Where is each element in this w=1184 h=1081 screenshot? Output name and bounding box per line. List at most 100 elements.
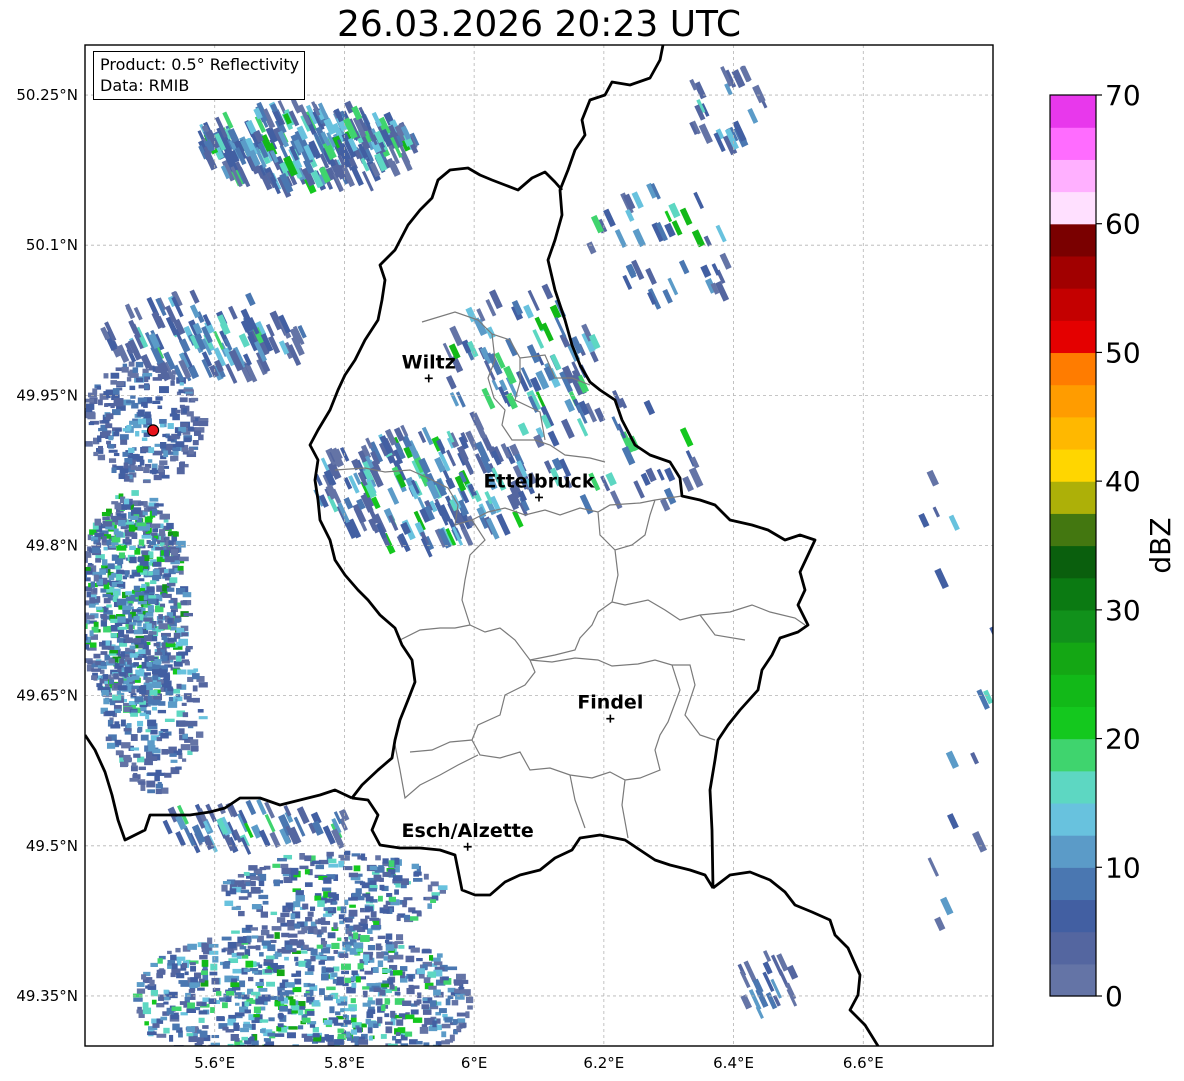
radar-echo-cell	[389, 984, 395, 990]
radar-echo-cell	[711, 263, 721, 276]
radar-echo-cell	[384, 998, 390, 1005]
radar-echo-cell	[305, 962, 311, 968]
radar-echo-cell	[108, 458, 117, 463]
radar-echo-cell	[340, 963, 351, 970]
radar-echo-cell	[104, 403, 109, 407]
radar-echo-cell	[221, 936, 232, 941]
radar-echo-cell	[161, 635, 167, 641]
radar-echo-cell	[157, 709, 167, 714]
radar-echo-cell	[176, 956, 186, 961]
radar-echo-cell	[266, 1049, 273, 1053]
radar-echo-cell	[667, 277, 679, 296]
radar-echo-cell	[178, 570, 184, 575]
radar-echo-cell	[192, 673, 200, 680]
radar-echo-cell	[159, 441, 167, 449]
radar-echo-cell	[298, 939, 304, 946]
radar-echo-cell	[312, 1068, 318, 1075]
radar-echo-cell	[327, 892, 337, 898]
radar-echo-cell	[147, 459, 153, 463]
radar-echo-cell	[128, 624, 133, 632]
radar-echo-cell	[263, 1062, 273, 1068]
radar-echo-cell	[123, 462, 129, 469]
radar-echo-cell	[277, 996, 285, 1002]
radar-echo-cell	[135, 430, 140, 437]
radar-echo-cell	[346, 918, 353, 922]
lon-tick-label: 6.2°E	[583, 1054, 624, 1072]
city-marker-icon	[535, 493, 543, 502]
radar-echo-cell	[169, 413, 177, 417]
radar-echo-cell	[388, 1048, 393, 1055]
radar-echo-cell	[449, 325, 464, 347]
radar-echo-cell	[160, 1016, 168, 1021]
radar-echo-cell	[299, 853, 305, 860]
radar-echo-cell	[349, 1007, 356, 1012]
radar-echo-cell	[579, 493, 594, 515]
radar-echo-cell	[133, 615, 140, 620]
radar-echo-cell	[178, 338, 191, 353]
radar-echo-cell	[243, 968, 251, 973]
radar-echo-cell	[180, 744, 191, 751]
radar-echo-cell	[143, 466, 150, 474]
radar-echo-cell	[147, 789, 156, 794]
radar-echo-cell	[136, 982, 145, 987]
radar-echo-cell	[260, 1029, 266, 1033]
radar-echo-cell	[85, 566, 91, 571]
radar-echo-cell	[307, 983, 315, 987]
radar-echo-cell	[163, 519, 169, 523]
radar-echo-cell	[396, 1019, 404, 1026]
radar-echo-cell	[175, 540, 186, 548]
radar-echo-cell	[385, 944, 395, 951]
radar-echo-cell	[465, 996, 474, 1004]
radar-echo-cell	[102, 536, 107, 543]
radar-echo-cell	[310, 948, 318, 956]
radar-echo-cell	[186, 1026, 196, 1033]
radar-echo-cell	[270, 962, 278, 968]
radar-echo-cell	[534, 316, 545, 331]
radar-echo-cell	[114, 645, 120, 651]
radar-echo-cell	[167, 687, 174, 692]
radar-echo-cell	[172, 531, 179, 537]
radar-echo-cell	[354, 1074, 363, 1078]
radar-echo-cell	[114, 739, 122, 746]
radar-site-marker	[147, 424, 160, 437]
radar-echo-cell	[417, 992, 422, 999]
radar-echo-cell	[238, 896, 249, 900]
radar-echo-cell	[106, 539, 112, 546]
radar-echo-cell	[225, 1029, 235, 1033]
radar-echo-cell	[155, 788, 162, 795]
radar-echo-cell	[343, 497, 354, 510]
radar-echo-cell	[169, 1050, 178, 1053]
radar-echo-cell	[413, 871, 422, 876]
radar-echo-cell	[413, 1000, 420, 1006]
radar-echo-cell	[167, 637, 177, 642]
radar-echo-cell	[367, 944, 376, 951]
radar-echo-cell	[289, 1052, 298, 1059]
radar-echo-cell	[162, 593, 172, 598]
radar-echo-cell	[282, 1055, 289, 1059]
radar-echo-cell	[301, 1075, 310, 1081]
radar-echo-cell	[972, 831, 988, 853]
radar-echo-cell	[150, 729, 158, 735]
radar-echo-cell	[286, 919, 295, 927]
radar-echo-cell	[266, 1064, 275, 1068]
radar-echo-cell	[455, 973, 466, 980]
radar-echo-cell	[156, 1002, 165, 1008]
lat-tick-label: 49.8°N	[26, 537, 78, 555]
radar-echo-cell	[752, 978, 764, 994]
radar-echo-cell	[324, 967, 334, 973]
radar-echo-cell	[270, 911, 278, 916]
colorbar-tick-label: 50	[1105, 336, 1141, 369]
radar-echo-cell	[373, 1023, 379, 1029]
radar-echo-cell	[243, 871, 250, 876]
radar-echo-cell	[203, 951, 210, 955]
radar-echo-cell	[279, 1005, 288, 1012]
lon-tick-label: 5.8°E	[324, 1054, 365, 1072]
radar-echo-cell	[279, 965, 285, 969]
radar-echo-cell	[129, 777, 138, 782]
radar-echo-cell	[258, 894, 269, 900]
radar-echo-cell	[235, 1052, 241, 1059]
radar-echo-cell	[302, 903, 309, 910]
radar-echo-cell	[76, 598, 82, 602]
radar-echo-cell	[169, 577, 178, 584]
radar-echo-cell	[297, 1068, 303, 1073]
